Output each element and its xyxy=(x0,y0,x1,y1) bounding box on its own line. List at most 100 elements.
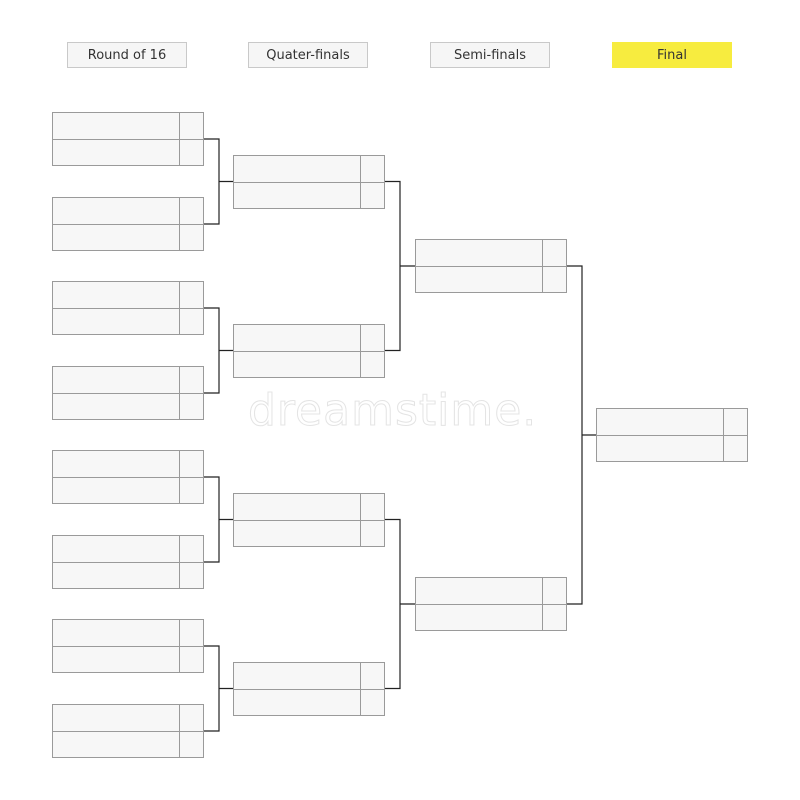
score-field[interactable] xyxy=(360,182,384,208)
score-field[interactable] xyxy=(360,689,384,715)
team-slot[interactable] xyxy=(53,308,203,334)
score-field[interactable] xyxy=(542,240,566,266)
team-slot[interactable] xyxy=(416,578,566,605)
team-name-field[interactable] xyxy=(234,181,361,208)
team-name-field[interactable] xyxy=(416,578,543,604)
score-field[interactable] xyxy=(179,282,203,308)
team-slot[interactable] xyxy=(597,435,747,461)
team-name-field[interactable] xyxy=(597,435,724,461)
team-slot[interactable] xyxy=(53,393,203,419)
score-field[interactable] xyxy=(360,351,384,377)
team-slot[interactable] xyxy=(53,198,203,225)
team-name-field[interactable] xyxy=(53,562,180,588)
score-field[interactable] xyxy=(179,367,203,393)
team-slot[interactable] xyxy=(53,139,203,165)
team-slot[interactable] xyxy=(53,646,203,672)
team-slot[interactable] xyxy=(234,662,384,690)
team-slot[interactable] xyxy=(234,155,384,183)
team-name-field[interactable] xyxy=(416,266,543,292)
team-name-field[interactable] xyxy=(234,493,361,520)
score-field[interactable] xyxy=(179,451,203,477)
team-slot[interactable] xyxy=(53,536,203,563)
score-field[interactable] xyxy=(179,477,203,503)
team-name-field[interactable] xyxy=(53,620,180,646)
match-box xyxy=(52,535,204,589)
team-name-field[interactable] xyxy=(234,155,361,182)
team-name-field[interactable] xyxy=(53,393,180,419)
round-header-2: Semi-finals xyxy=(430,42,550,68)
score-field[interactable] xyxy=(179,705,203,731)
team-name-field[interactable] xyxy=(53,198,180,224)
score-field[interactable] xyxy=(179,308,203,334)
team-name-field[interactable] xyxy=(53,282,180,308)
match-box xyxy=(52,281,204,335)
score-field[interactable] xyxy=(179,393,203,419)
score-field[interactable] xyxy=(179,646,203,672)
score-field[interactable] xyxy=(179,536,203,562)
team-slot[interactable] xyxy=(416,266,566,292)
match-box xyxy=(233,154,385,209)
match-box xyxy=(52,704,204,758)
round-header-1: Quater-finals xyxy=(248,42,368,68)
team-slot[interactable] xyxy=(234,493,384,521)
team-slot[interactable] xyxy=(53,731,203,757)
team-slot[interactable] xyxy=(234,350,384,377)
score-field[interactable] xyxy=(179,198,203,224)
round-header-0: Round of 16 xyxy=(67,42,187,68)
team-slot[interactable] xyxy=(53,367,203,394)
team-name-field[interactable] xyxy=(53,308,180,334)
team-name-field[interactable] xyxy=(53,705,180,731)
team-name-field[interactable] xyxy=(416,240,543,266)
team-slot[interactable] xyxy=(53,282,203,309)
team-slot[interactable] xyxy=(53,705,203,732)
team-name-field[interactable] xyxy=(234,350,361,377)
score-field[interactable] xyxy=(179,224,203,250)
score-field[interactable] xyxy=(179,139,203,165)
score-field[interactable] xyxy=(179,562,203,588)
team-name-field[interactable] xyxy=(53,224,180,250)
score-field[interactable] xyxy=(542,266,566,292)
match-box xyxy=(52,197,204,251)
score-field[interactable] xyxy=(360,325,384,351)
team-slot[interactable] xyxy=(234,519,384,546)
score-field[interactable] xyxy=(179,113,203,139)
match-box xyxy=(52,112,204,166)
team-slot[interactable] xyxy=(53,224,203,250)
team-slot[interactable] xyxy=(234,181,384,208)
score-field[interactable] xyxy=(179,731,203,757)
score-field[interactable] xyxy=(723,435,747,461)
team-name-field[interactable] xyxy=(53,536,180,562)
team-slot[interactable] xyxy=(53,562,203,588)
team-slot[interactable] xyxy=(416,604,566,630)
score-field[interactable] xyxy=(542,604,566,630)
team-name-field[interactable] xyxy=(53,367,180,393)
score-field[interactable] xyxy=(360,520,384,546)
team-name-field[interactable] xyxy=(416,604,543,630)
team-slot[interactable] xyxy=(234,324,384,352)
team-name-field[interactable] xyxy=(597,409,724,435)
score-field[interactable] xyxy=(360,156,384,182)
team-slot[interactable] xyxy=(416,240,566,267)
team-name-field[interactable] xyxy=(53,451,180,477)
score-field[interactable] xyxy=(723,409,747,435)
team-name-field[interactable] xyxy=(53,477,180,503)
team-slot[interactable] xyxy=(234,688,384,715)
team-name-field[interactable] xyxy=(53,646,180,672)
team-slot[interactable] xyxy=(597,409,747,436)
team-name-field[interactable] xyxy=(53,731,180,757)
team-slot[interactable] xyxy=(53,477,203,503)
team-slot[interactable] xyxy=(53,451,203,478)
score-field[interactable] xyxy=(179,620,203,646)
team-name-field[interactable] xyxy=(234,324,361,351)
team-name-field[interactable] xyxy=(234,688,361,715)
team-name-field[interactable] xyxy=(53,113,180,139)
team-slot[interactable] xyxy=(53,620,203,647)
score-field[interactable] xyxy=(542,578,566,604)
team-name-field[interactable] xyxy=(234,519,361,546)
team-name-field[interactable] xyxy=(234,662,361,689)
score-field[interactable] xyxy=(360,663,384,689)
team-name-field[interactable] xyxy=(53,139,180,165)
score-field[interactable] xyxy=(360,494,384,520)
team-slot[interactable] xyxy=(53,113,203,140)
match-box xyxy=(52,450,204,504)
